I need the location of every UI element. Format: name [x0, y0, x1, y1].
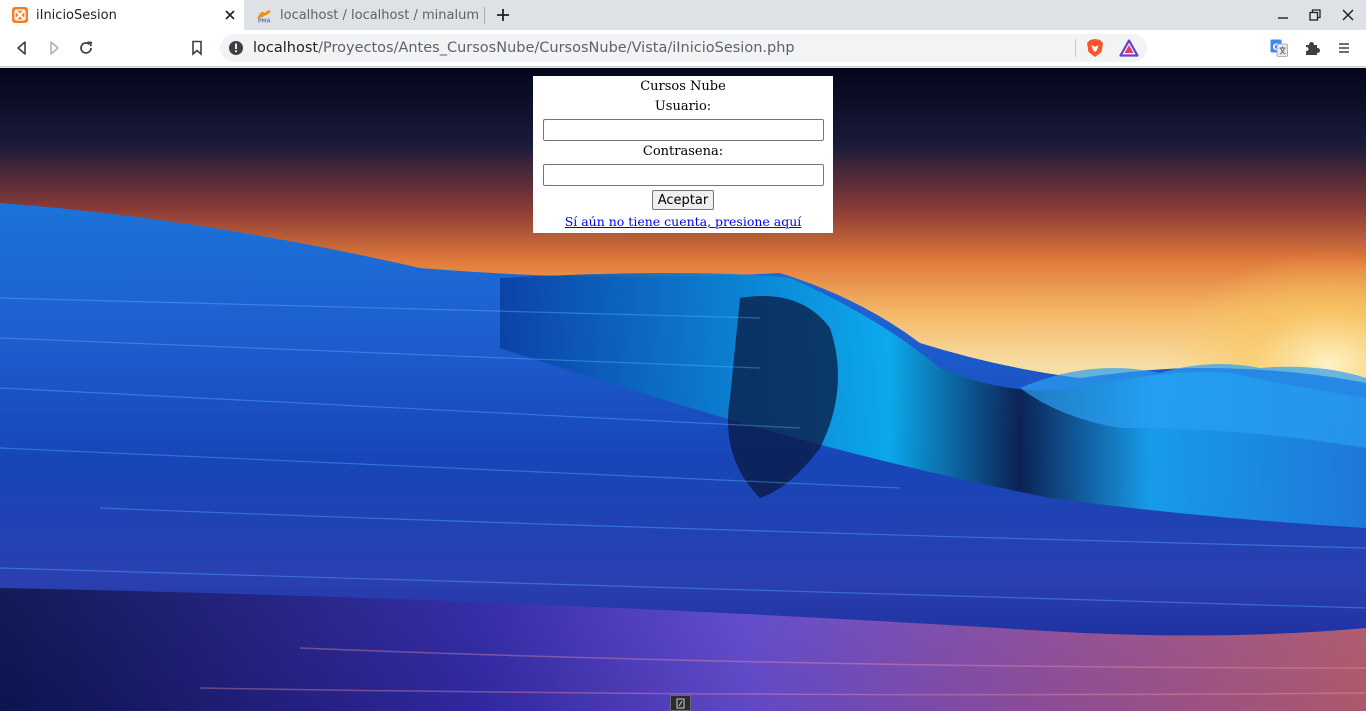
close-icon [1342, 9, 1354, 21]
download-tray-icon[interactable] [670, 695, 691, 711]
brave-shields-button[interactable] [1083, 36, 1107, 60]
tab-phpmyadmin[interactable]: PMA localhost / localhost / minalum [244, 0, 484, 30]
tab-title: localhost / localhost / minalum [280, 7, 479, 23]
menu-button[interactable] [1332, 36, 1356, 60]
close-icon[interactable] [220, 5, 240, 25]
username-input[interactable] [543, 119, 824, 141]
google-translate-icon: G [1270, 39, 1288, 57]
page-viewport: Cursos Nube Usuario: Contrasena: Aceptar… [0, 68, 1366, 711]
browser-toolbar: localhost/Proyectos/Antes_CursosNube/Cur… [0, 30, 1366, 67]
login-form: Cursos Nube Usuario: Contrasena: Aceptar… [533, 76, 833, 233]
minimize-icon [1278, 17, 1288, 19]
svg-text:PMA: PMA [258, 19, 271, 24]
restore-icon [1309, 9, 1321, 21]
restore-button[interactable] [1303, 4, 1327, 26]
plus-icon [497, 9, 509, 21]
address-url: localhost/Proyectos/Antes_CursosNube/Cur… [253, 40, 795, 56]
tab-inicio-sesion[interactable]: iInicioSesion [0, 0, 244, 30]
address-path: /Proyectos/Antes_CursosNube/CursosNube/V… [318, 40, 795, 56]
submit-button[interactable]: Aceptar [652, 190, 714, 210]
tab-title: iInicioSesion [36, 7, 117, 23]
tab-strip: iInicioSesion PMA localhost / localhost … [0, 0, 1366, 30]
puzzle-icon [1306, 42, 1320, 55]
reload-button[interactable] [74, 36, 98, 60]
password-input[interactable] [543, 164, 824, 186]
back-button[interactable] [10, 36, 34, 60]
brave-rewards-button[interactable] [1117, 36, 1141, 60]
address-host: localhost [253, 40, 319, 56]
forward-button[interactable] [42, 36, 66, 60]
bookmark-button[interactable] [185, 36, 209, 60]
address-bar[interactable]: localhost/Proyectos/Antes_CursosNube/Cur… [220, 34, 1147, 62]
forward-icon [50, 41, 59, 55]
bookmark-icon [192, 40, 202, 56]
tab-separator [484, 7, 485, 24]
password-label: Contrasena: [642, 144, 724, 159]
translate-button[interactable]: G [1267, 36, 1291, 60]
close-window-button[interactable] [1336, 4, 1360, 26]
xampp-icon [12, 7, 28, 23]
rewards-triangle-icon [1119, 39, 1139, 57]
hamburger-menu-icon [1339, 43, 1349, 53]
minimize-button[interactable] [1271, 4, 1295, 26]
username-label: Usuario: [654, 99, 712, 114]
extensions-button[interactable] [1300, 36, 1324, 60]
phpmyadmin-icon: PMA [256, 7, 272, 23]
new-tab-button[interactable] [492, 4, 514, 26]
login-heading: Cursos Nube [640, 79, 726, 94]
reload-icon [80, 41, 93, 54]
omnibox-separator [1075, 39, 1076, 57]
signup-link[interactable]: Sí aún no tiene cuenta, presione aquí [533, 214, 833, 229]
back-icon [17, 41, 26, 55]
brave-lion-icon [1087, 39, 1103, 57]
info-icon[interactable] [228, 40, 244, 56]
